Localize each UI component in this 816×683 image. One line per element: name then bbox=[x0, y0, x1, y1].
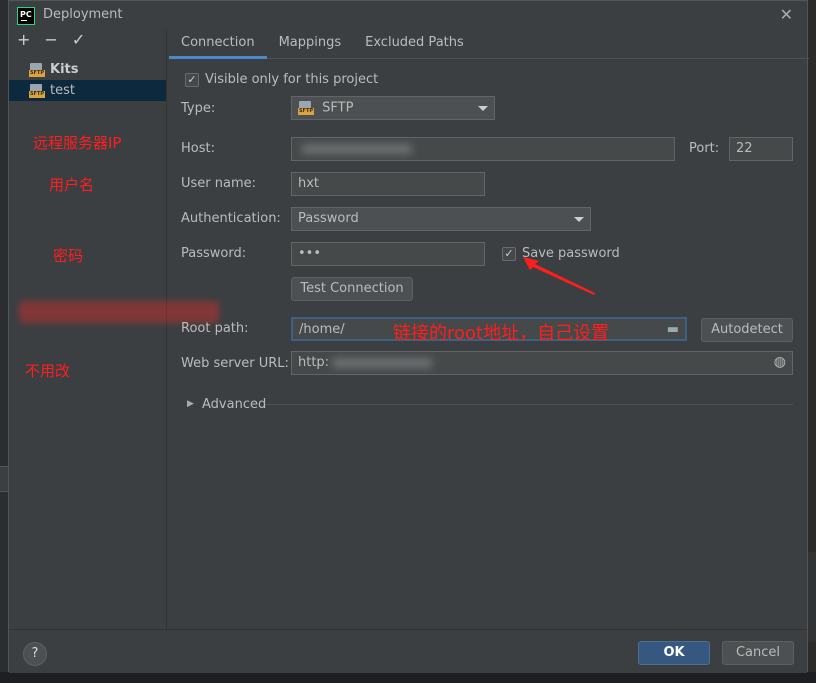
advanced-section-toggle[interactable]: Advanced bbox=[202, 397, 266, 412]
type-select[interactable]: SFTP SFTP bbox=[291, 96, 495, 120]
ok-button[interactable]: OK bbox=[638, 641, 710, 665]
server-label: Kits bbox=[50, 62, 79, 77]
help-button[interactable]: ? bbox=[23, 642, 47, 666]
username-label: User name: bbox=[181, 176, 257, 191]
background-ide-bottom bbox=[0, 672, 816, 683]
sftp-icon: SFTP bbox=[298, 100, 314, 116]
root-path-label: Root path: bbox=[181, 321, 249, 336]
server-item-kits[interactable]: SFTP Kits bbox=[9, 59, 166, 80]
server-label: test bbox=[50, 83, 75, 98]
host-input[interactable] bbox=[291, 137, 675, 161]
sftp-server-icon: SFTP bbox=[29, 62, 45, 78]
visible-only-label: Visible only for this project bbox=[205, 72, 379, 87]
type-value: SFTP bbox=[322, 100, 354, 116]
server-item-test[interactable]: SFTP test bbox=[9, 80, 166, 101]
background-ide-text bbox=[808, 552, 816, 642]
folder-icon[interactable]: ▬ bbox=[667, 322, 679, 337]
type-label: Type: bbox=[181, 101, 216, 116]
server-list-panel: + − ✓ SFTP Kits SFTP test 远程服务器IP 用户名 密码… bbox=[9, 29, 219, 629]
tab-mappings[interactable]: Mappings bbox=[267, 29, 354, 59]
annotation-password: 密码 bbox=[53, 247, 84, 265]
tab-excluded-paths[interactable]: Excluded Paths bbox=[353, 29, 476, 59]
cancel-button[interactable]: Cancel bbox=[722, 641, 794, 665]
authentication-value: Password bbox=[298, 211, 359, 226]
visible-only-checkbox[interactable]: ✓ bbox=[185, 73, 199, 87]
title-bar: PC Deployment ✕ bbox=[9, 1, 807, 29]
host-label: Host: bbox=[181, 141, 215, 156]
connection-form: ✓ Visible only for this project Type: SF… bbox=[169, 59, 809, 629]
deployment-dialog: PC Deployment ✕ + − ✓ SFTP Kits SFTP tes… bbox=[8, 0, 809, 673]
expand-arrow-icon[interactable]: ▶ bbox=[187, 399, 194, 409]
add-server-button[interactable]: + bbox=[17, 32, 30, 48]
web-server-url-value: http: bbox=[298, 355, 330, 370]
background-ide-left bbox=[0, 0, 8, 683]
password-label: Password: bbox=[181, 246, 247, 261]
root-path-value: /home/ bbox=[299, 322, 345, 337]
annotation-remote-ip: 远程服务器IP bbox=[33, 134, 122, 152]
annotation-root-note: 链接的root地址，自己设置 bbox=[393, 323, 610, 344]
advanced-divider bbox=[265, 404, 793, 405]
annotation-no-change: 不用改 bbox=[25, 362, 71, 380]
web-server-url-label: Web server URL: bbox=[181, 356, 289, 371]
background-ide-strip bbox=[0, 466, 8, 492]
window-title: Deployment bbox=[43, 7, 123, 22]
authentication-select[interactable]: Password bbox=[291, 207, 591, 231]
pycharm-logo-icon: PC bbox=[17, 7, 35, 25]
annotation-user-name: 用户名 bbox=[49, 176, 95, 194]
port-label: Port: bbox=[689, 141, 720, 156]
autodetect-button[interactable]: Autodetect bbox=[701, 318, 793, 342]
chevron-down-icon bbox=[478, 106, 488, 111]
set-default-button[interactable]: ✓ bbox=[72, 32, 85, 48]
web-server-url-input[interactable]: http: ◍ bbox=[291, 351, 793, 375]
chevron-down-icon bbox=[574, 217, 584, 222]
username-input[interactable]: hxt bbox=[291, 172, 485, 196]
sftp-server-icon: SFTP bbox=[29, 83, 45, 99]
test-connection-button[interactable]: Test Connection bbox=[291, 277, 413, 301]
tab-connection[interactable]: Connection bbox=[169, 29, 267, 59]
remove-server-button[interactable]: − bbox=[44, 32, 57, 48]
redacted-url bbox=[332, 358, 432, 368]
server-tree: SFTP Kits SFTP test bbox=[9, 59, 166, 101]
port-input[interactable]: 22 bbox=[729, 137, 793, 161]
redacted-host bbox=[302, 144, 412, 154]
tab-bar: Connection Mappings Excluded Paths bbox=[169, 29, 809, 59]
server-toolbar: + − ✓ bbox=[9, 29, 166, 51]
annotation-arrow-icon bbox=[523, 257, 595, 295]
password-input[interactable]: ••• bbox=[291, 242, 485, 266]
close-icon[interactable]: ✕ bbox=[780, 5, 793, 24]
authentication-label: Authentication: bbox=[181, 211, 281, 226]
save-password-checkbox[interactable]: ✓ bbox=[502, 247, 516, 261]
globe-icon[interactable]: ◍ bbox=[774, 354, 786, 370]
dialog-footer: ? OK Cancel bbox=[9, 629, 807, 673]
